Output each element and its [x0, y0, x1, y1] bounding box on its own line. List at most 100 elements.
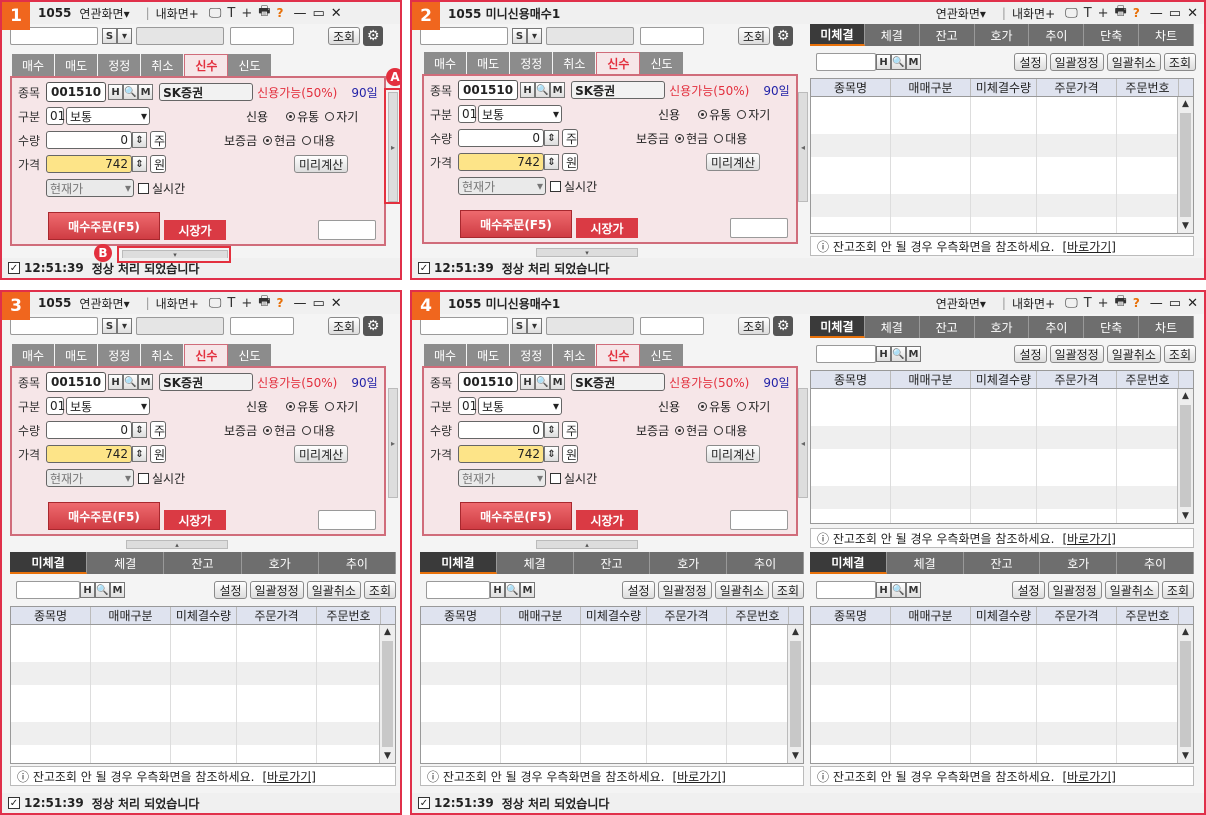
collapse-bottom-handle[interactable]: ▴ — [126, 540, 228, 549]
tab-trend[interactable]: 추이 — [1029, 24, 1085, 46]
collapse-right-handle[interactable]: ◂ — [798, 388, 808, 498]
expand-right-handle[interactable]: ▸ — [388, 388, 398, 498]
buy-order-button[interactable]: 매수주문(F5) — [460, 210, 572, 238]
radio-substitute[interactable]: 대용 — [714, 130, 747, 147]
stock-code-input[interactable]: 001510 — [46, 372, 107, 392]
expand-bottom-handle[interactable]: ▾ — [536, 248, 638, 257]
tab-unfilled[interactable]: 미체결 — [810, 24, 865, 46]
dropdown-icon[interactable]: ▾ — [527, 318, 542, 334]
tab-credit-sell[interactable]: 신도 — [228, 344, 272, 366]
search-button[interactable]: 조회 — [328, 317, 361, 335]
realtime-checkbox[interactable]: 실시간 — [550, 178, 597, 195]
search-icon[interactable]: 🔍 — [535, 374, 551, 390]
m-button[interactable]: M — [906, 346, 921, 362]
m-button[interactable]: M — [138, 374, 154, 390]
tab-filled[interactable]: 체결 — [865, 316, 920, 338]
tab-sell[interactable]: 매도 — [55, 344, 99, 366]
s-button[interactable]: S — [512, 318, 527, 334]
maximize-icon[interactable]: ▭ — [312, 6, 324, 21]
batch-cancel-button[interactable]: 일괄취소 — [1106, 53, 1161, 71]
my-screen-menu[interactable]: 내화면+ — [156, 5, 199, 22]
help-icon[interactable]: ? — [277, 296, 284, 310]
tab-sell[interactable]: 매도 — [467, 52, 511, 74]
precalc-button[interactable]: 미리계산 — [706, 153, 761, 171]
search-button[interactable]: 조회 — [738, 27, 771, 45]
collapse-right-handle[interactable]: ◂ — [798, 92, 808, 202]
collapse-bottom-handle[interactable]: ▴ — [536, 540, 638, 549]
tab-filled[interactable]: 체결 — [887, 552, 964, 574]
radio-substitute[interactable]: 대용 — [302, 422, 335, 439]
radio-cash[interactable]: 현금 — [675, 130, 708, 147]
tab-unfilled[interactable]: 미체결 — [810, 316, 865, 338]
market-price-button[interactable]: 시장가 — [164, 510, 226, 530]
h-button[interactable]: H — [108, 374, 124, 390]
tab-quote[interactable]: 호가 — [975, 316, 1030, 338]
gear-icon[interactable]: ⚙ — [363, 316, 384, 336]
price-input[interactable]: 742 — [458, 445, 544, 463]
radio-own[interactable]: 자기 — [325, 398, 358, 415]
monitor-icon[interactable]: 🖵 — [1065, 296, 1078, 311]
tab-modify[interactable]: 정정 — [510, 52, 554, 74]
grid-code-input[interactable] — [16, 581, 80, 599]
batch-cancel-button[interactable]: 일괄취소 — [714, 581, 769, 599]
radio-own[interactable]: 자기 — [737, 106, 770, 123]
radio-circulation[interactable]: 유통 — [698, 106, 731, 123]
tab-credit-buy[interactable]: 신수 — [596, 52, 641, 74]
setting-button[interactable]: 설정 — [622, 581, 655, 599]
close-icon[interactable]: ✕ — [1187, 6, 1198, 21]
plus-icon[interactable]: + — [241, 296, 252, 311]
tab-unfilled[interactable]: 미체결 — [10, 552, 88, 574]
tab-quote[interactable]: 호가 — [975, 24, 1030, 46]
minimize-icon[interactable]: — — [1150, 296, 1163, 311]
m-button[interactable]: M — [138, 84, 154, 100]
order-type-select[interactable]: 보통 ▾ — [66, 397, 150, 415]
m-button[interactable]: M — [906, 582, 921, 598]
query-button[interactable]: 조회 — [1163, 53, 1196, 71]
tab-balance[interactable]: 잔고 — [964, 552, 1041, 574]
s-button[interactable]: S — [102, 28, 117, 44]
tab-sell[interactable]: 매도 — [55, 54, 99, 76]
tab-credit-buy[interactable]: 신수 — [596, 344, 641, 366]
tab-shortcut[interactable]: 단축 — [1084, 316, 1140, 338]
dropdown-icon[interactable]: ▾ — [527, 28, 542, 44]
related-menu[interactable]: 연관화면▾ — [936, 5, 986, 22]
plus-icon[interactable]: + — [241, 6, 252, 21]
h-button[interactable]: H — [80, 582, 95, 598]
tab-balance[interactable]: 잔고 — [920, 316, 975, 338]
quantity-input[interactable]: 0 — [46, 131, 132, 149]
text-icon[interactable]: T — [1084, 296, 1092, 311]
search-icon[interactable]: 🔍 — [123, 374, 139, 390]
quantity-stepper[interactable]: ⇕ — [132, 422, 147, 438]
s-button[interactable]: S — [512, 28, 527, 44]
tab-balance[interactable]: 잔고 — [574, 552, 651, 574]
precalc-button[interactable]: 미리계산 — [294, 155, 349, 173]
price-stepper[interactable]: ⇕ — [544, 154, 559, 170]
radio-circulation[interactable]: 유통 — [698, 398, 731, 415]
monitor-icon[interactable]: 🖵 — [1065, 6, 1078, 21]
realtime-checkbox[interactable]: 실시간 — [138, 470, 185, 487]
related-menu[interactable]: 연관화면▾ — [79, 295, 129, 312]
gear-icon[interactable]: ⚙ — [773, 26, 794, 46]
tab-sell[interactable]: 매도 — [467, 344, 511, 366]
market-price-button[interactable]: 시장가 — [576, 510, 638, 530]
tab-unfilled[interactable]: 미체결 — [810, 552, 887, 574]
batch-cancel-button[interactable]: 일괄취소 — [306, 581, 361, 599]
search-icon[interactable]: 🔍 — [505, 582, 520, 598]
buy-order-button[interactable]: 매수주문(F5) — [48, 212, 160, 240]
tab-buy[interactable]: 매수 — [12, 54, 56, 76]
price-input[interactable]: 742 — [46, 155, 132, 173]
help-icon[interactable]: ? — [1133, 296, 1140, 310]
radio-own[interactable]: 자기 — [325, 108, 358, 125]
tab-credit-sell[interactable]: 신도 — [640, 52, 684, 74]
batch-edit-button[interactable]: 일괄정정 — [249, 581, 304, 599]
order-type-select[interactable]: 보통 ▾ — [478, 105, 562, 123]
print-icon[interactable]: 🖶 — [1115, 2, 1127, 24]
grid-code-input[interactable] — [816, 581, 876, 599]
related-menu[interactable]: 연관화면▾ — [936, 295, 986, 312]
radio-circulation[interactable]: 유통 — [286, 398, 319, 415]
m-button[interactable]: M — [550, 374, 566, 390]
text-icon[interactable]: T — [227, 296, 235, 311]
tab-shortcut[interactable]: 단축 — [1084, 24, 1140, 46]
tab-modify[interactable]: 정정 — [510, 344, 554, 366]
m-button[interactable]: M — [110, 582, 125, 598]
